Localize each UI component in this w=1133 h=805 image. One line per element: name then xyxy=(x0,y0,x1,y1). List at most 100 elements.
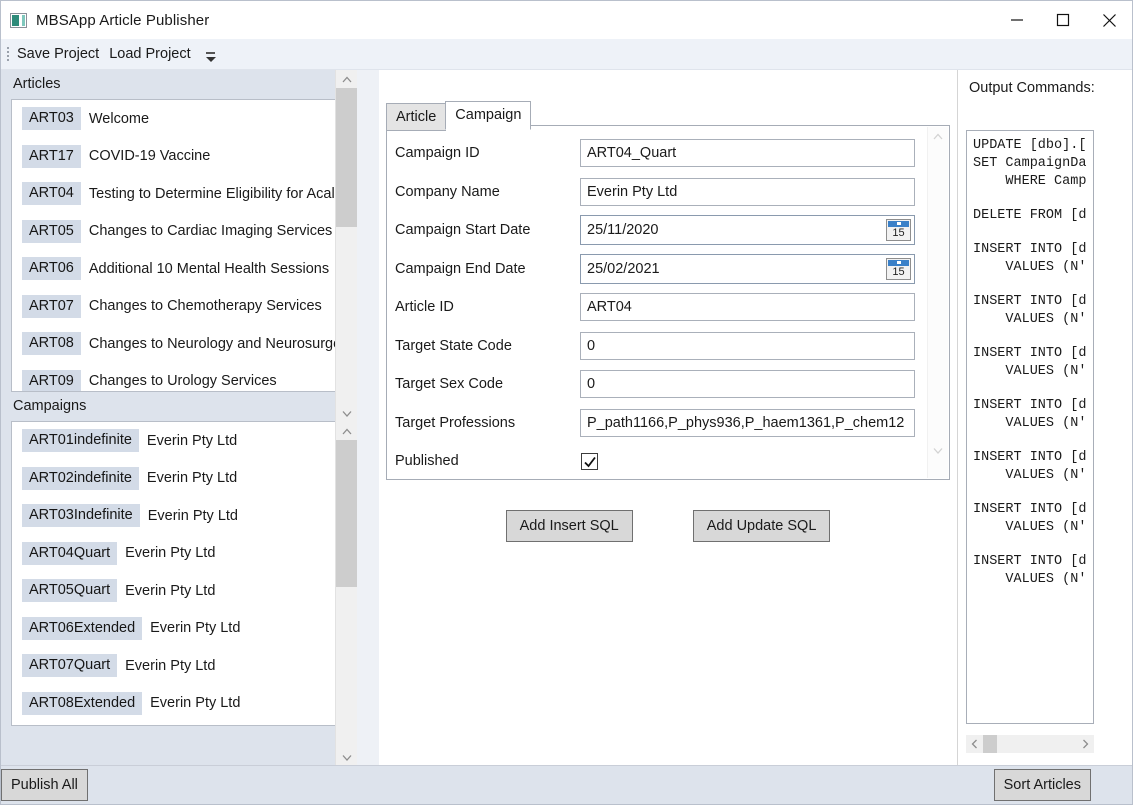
campaign-id-badge: ART01indefinite xyxy=(22,429,139,453)
scroll-down-icon[interactable] xyxy=(928,441,948,459)
window-title: MBSApp Article Publisher xyxy=(36,11,210,29)
articles-scrollbar[interactable] xyxy=(335,70,357,422)
scroll-down-icon[interactable] xyxy=(336,748,357,766)
tab-article[interactable]: Article xyxy=(386,103,447,131)
article-list-item[interactable]: ART08 Changes to Neurology and Neurosurge… xyxy=(12,325,346,363)
sql-blank-line xyxy=(973,485,1093,501)
article-list-item[interactable]: ART17 COVID-19 Vaccine xyxy=(12,138,346,176)
campaigns-scroll-thumb[interactable] xyxy=(336,440,357,587)
scroll-up-icon[interactable] xyxy=(336,422,357,440)
campaign-id-badge: ART05Quart xyxy=(22,579,118,603)
sql-blank-line xyxy=(973,537,1093,553)
campaign-id-badge: ART07Quart xyxy=(22,654,118,678)
article-id-badge: ART07 xyxy=(22,294,81,318)
article-id-badge: ART03 xyxy=(22,107,81,131)
campaign-list-item[interactable]: ART05Quart Everin Pty Ltd xyxy=(12,572,346,610)
campaign-id-badge: ART02indefinite xyxy=(22,466,139,490)
field-label: Company Name xyxy=(395,183,500,200)
campaign-list-item[interactable]: ART04Quart Everin Pty Ltd xyxy=(12,535,346,573)
article-title: Changes to Urology Services xyxy=(88,373,277,390)
date-picker[interactable]: 25/02/2021 15 xyxy=(580,253,915,284)
article-id-badge: ART08 xyxy=(22,332,81,356)
campaign-list-item[interactable]: ART08Extended Everin Pty Ltd xyxy=(12,685,346,723)
campaign-list-item[interactable]: ART02indefinite Everin Pty Ltd xyxy=(12,460,346,498)
article-list-item[interactable]: ART05 Changes to Cardiac Imaging Services xyxy=(12,213,346,251)
campaign-tab-panel: Campaign ID Company Name Campaign Start Da… xyxy=(386,125,950,480)
campaigns-list[interactable]: ART01indefinite Everin Pty Ltd ART02indefi… xyxy=(11,421,347,726)
sql-line: VALUES (N' xyxy=(973,520,1087,535)
article-list-item[interactable]: ART07 Changes to Chemotherapy Services xyxy=(12,288,346,326)
article-title: COVID-19 Vaccine xyxy=(88,148,211,165)
articles-panel-label: Articles xyxy=(13,76,61,92)
campaigns-scroll-trough[interactable] xyxy=(336,587,357,748)
sql-blank-line xyxy=(973,277,1093,293)
scroll-up-icon[interactable] xyxy=(336,70,357,88)
calendar-icon[interactable]: 15 xyxy=(886,257,911,280)
form-row: Target State Code xyxy=(387,327,927,366)
calendar-icon[interactable]: 15 xyxy=(886,219,911,242)
sql-line: INSERT INTO [d xyxy=(973,554,1087,569)
field-input[interactable] xyxy=(580,370,915,399)
article-list-item[interactable]: ART06 Additional 10 Mental Health Session… xyxy=(12,250,346,288)
load-project-button[interactable]: Load Project xyxy=(104,43,195,65)
bottom-bar: Publish All Sort Articles xyxy=(1,765,1132,804)
add-update-sql-button[interactable]: Add Update SQL xyxy=(692,510,831,542)
sql-line: VALUES (N' xyxy=(973,364,1087,379)
save-project-button[interactable]: Save Project xyxy=(12,43,104,65)
date-value: 25/02/2021 xyxy=(587,260,660,277)
date-picker[interactable]: 25/11/2020 15 xyxy=(580,215,915,246)
article-id-badge: ART05 xyxy=(22,219,81,243)
articles-scroll-thumb[interactable] xyxy=(336,88,357,227)
published-checkbox[interactable] xyxy=(581,452,598,470)
minimize-button[interactable] xyxy=(994,1,1040,39)
articles-scroll-trough[interactable] xyxy=(336,227,357,404)
article-list-item[interactable]: ART09 Changes to Urology Services xyxy=(12,363,346,391)
article-id-badge: ART04 xyxy=(22,182,81,206)
field-input[interactable] xyxy=(580,331,915,360)
campaign-list-item[interactable]: ART06Extended Everin Pty Ltd xyxy=(12,610,346,648)
articles-list[interactable]: ART03 Welcome ART17 COVID-19 Vaccine ART04 Te… xyxy=(11,99,347,392)
form-row: Company Name xyxy=(387,173,927,212)
field-input[interactable] xyxy=(580,177,915,206)
main-panel: Article Campaign Campaign ID Company Name… xyxy=(379,70,957,765)
sql-blank-line xyxy=(973,433,1093,449)
field-label: Article ID xyxy=(395,299,454,316)
sql-line: INSERT INTO [d xyxy=(973,398,1087,413)
form-scrollbar[interactable] xyxy=(927,127,948,478)
sort-articles-button[interactable]: Sort Articles xyxy=(993,769,1091,801)
form-row: Campaign Start Date 25/11/2020 15 xyxy=(387,211,927,250)
campaign-list-item[interactable]: ART01indefinite Everin Pty Ltd xyxy=(12,422,346,460)
toolbar-overflow-chevron-icon[interactable] xyxy=(202,39,219,70)
field-input[interactable] xyxy=(580,408,915,437)
field-input[interactable] xyxy=(580,293,915,322)
campaign-id-badge: ART03Indefinite xyxy=(22,504,140,528)
form-row: Published xyxy=(387,442,927,481)
campaign-list-item[interactable]: ART07Quart Everin Pty Ltd xyxy=(12,647,346,685)
publish-all-button[interactable]: Publish All xyxy=(1,769,88,801)
article-list-item[interactable]: ART03 Welcome xyxy=(12,100,346,138)
scroll-up-icon[interactable] xyxy=(928,127,948,145)
field-label: Target State Code xyxy=(395,337,512,354)
sql-action-buttons: Add Insert SQL Add Update SQL xyxy=(379,510,957,542)
add-insert-sql-button[interactable]: Add Insert SQL xyxy=(505,510,633,542)
tab-campaign[interactable]: Campaign xyxy=(445,101,532,130)
campaigns-scrollbar[interactable] xyxy=(335,422,357,765)
output-horizontal-scrollbar[interactable] xyxy=(966,735,1094,753)
output-scroll-thumb[interactable] xyxy=(983,735,997,753)
toolbar-grip-icon[interactable] xyxy=(3,39,12,70)
field-label: Campaign End Date xyxy=(395,260,526,277)
close-button[interactable] xyxy=(1086,1,1132,39)
campaign-list-item[interactable]: ART03Indefinite Everin Pty Ltd xyxy=(12,497,346,535)
scroll-down-icon[interactable] xyxy=(336,404,357,422)
article-list-item[interactable]: ART04 Testing to Determine Eligibility fo… xyxy=(12,175,346,213)
sql-blank-line xyxy=(973,225,1093,241)
scroll-right-icon[interactable] xyxy=(1077,735,1094,753)
form-row: Campaign ID xyxy=(387,134,927,173)
form-row: Article ID xyxy=(387,288,927,327)
sql-line: INSERT INTO [d xyxy=(973,346,1087,361)
scroll-left-icon[interactable] xyxy=(966,735,983,753)
output-commands-textarea[interactable]: UPDATE [dbo].[SET CampaignDa WHERE Camp D… xyxy=(966,130,1094,724)
article-title: Additional 10 Mental Health Sessions xyxy=(88,260,330,277)
maximize-button[interactable] xyxy=(1040,1,1086,39)
field-input[interactable] xyxy=(580,139,915,168)
